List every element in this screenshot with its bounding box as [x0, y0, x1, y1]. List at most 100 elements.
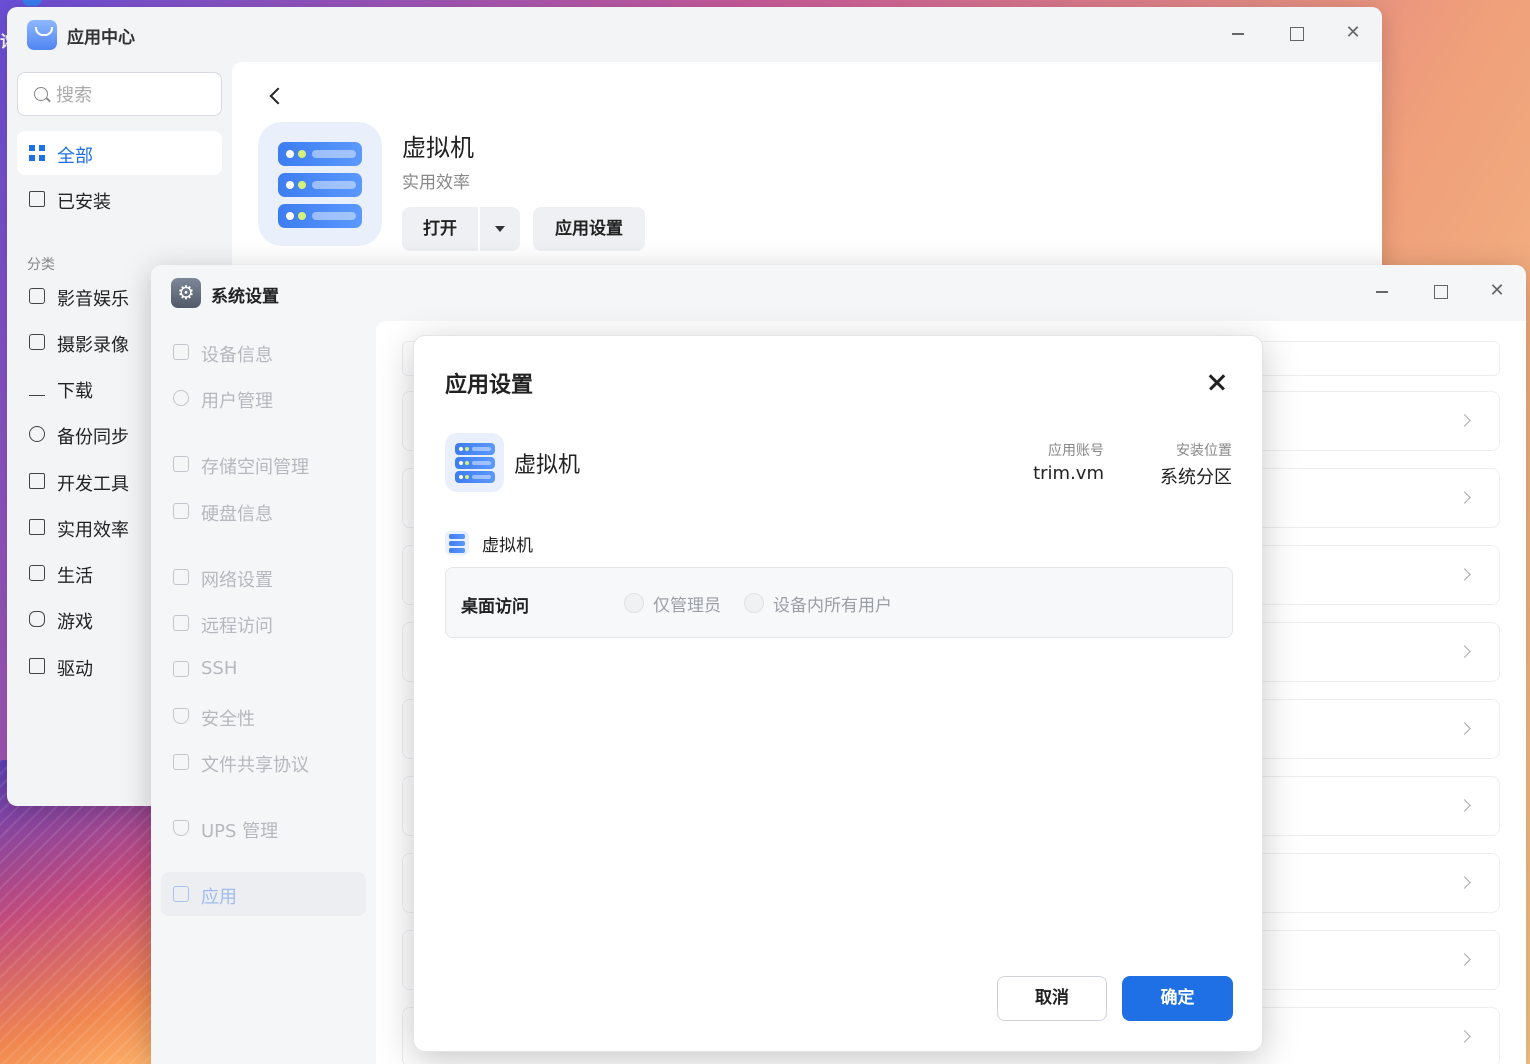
settings-nav-label: 存储空间管理 — [201, 457, 309, 478]
sync-icon — [29, 426, 45, 442]
nav-item-label: 全部 — [57, 146, 93, 167]
camera-icon — [29, 334, 45, 350]
account-label: 应用账号 — [1048, 443, 1104, 459]
maximize-icon[interactable] — [1284, 21, 1308, 45]
virtual-machine-small-icon — [445, 531, 469, 555]
network-icon — [173, 569, 189, 585]
radio-all-users[interactable] — [744, 593, 764, 613]
chevron-right-icon — [1458, 799, 1471, 812]
location-label: 安装位置 — [1176, 443, 1232, 459]
video-camera-icon — [29, 288, 45, 304]
settings-nav-label: UPS 管理 — [201, 821, 279, 842]
back-icon[interactable] — [269, 87, 287, 105]
location-value: 系统分区 — [1160, 467, 1232, 488]
close-icon[interactable] — [1204, 369, 1230, 395]
download-box-icon — [29, 191, 45, 207]
category-label: 影音娱乐 — [57, 289, 129, 310]
settings-nav-disk-info[interactable]: 硬盘信息 — [161, 489, 366, 533]
search-input[interactable] — [56, 83, 216, 107]
app-settings-button[interactable]: 应用设置 — [533, 207, 645, 251]
maximize-icon[interactable] — [1428, 279, 1452, 303]
radio-label-all-users[interactable]: 设备内所有用户 — [773, 591, 892, 616]
cup-icon — [29, 565, 45, 581]
disk-icon — [173, 503, 189, 519]
desktop-access-label: 桌面访问 — [461, 597, 529, 617]
user-icon — [173, 390, 189, 406]
gamepad-icon — [29, 611, 45, 627]
settings-nav-label: 硬盘信息 — [201, 504, 273, 525]
grid-icon — [29, 145, 45, 161]
section-app-name: 虚拟机 — [482, 536, 533, 556]
settings-nav-storage[interactable]: 存储空间管理 — [161, 442, 366, 486]
confirm-button[interactable]: 确定 — [1122, 976, 1233, 1021]
chevron-right-icon — [1458, 953, 1471, 966]
desktop-icon-fragment[interactable] — [22, 0, 42, 6]
settings-nav-file-sharing[interactable]: 文件共享协议 — [161, 740, 366, 784]
chevron-right-icon — [1458, 722, 1471, 735]
category-heading: 分类 — [27, 257, 55, 273]
chevron-right-icon — [1458, 1030, 1471, 1043]
app-settings-dialog: 应用设置 虚拟机 应用账号 trim.vm 安装位置 系统分区 虚拟机 桌面访问… — [413, 335, 1263, 1052]
terminal-icon — [173, 661, 189, 677]
app-category: 实用效率 — [402, 173, 470, 193]
virtual-machine-app-icon — [258, 122, 382, 246]
minimize-icon[interactable] — [1370, 279, 1394, 303]
apps-icon — [173, 886, 189, 902]
open-options-dropdown[interactable] — [480, 207, 520, 251]
radio-label-admin-only[interactable]: 仅管理员 — [653, 591, 721, 616]
category-label: 生活 — [57, 566, 93, 587]
dialog-app-name: 虚拟机 — [514, 453, 581, 478]
desktop-access-setting: 桌面访问 仅管理员 设备内所有用户 — [445, 567, 1233, 638]
category-label: 下载 — [57, 381, 93, 402]
category-label: 开发工具 — [57, 474, 129, 495]
device-icon — [173, 344, 189, 360]
app-center-title: 应用中心 — [67, 28, 135, 48]
category-label: 实用效率 — [57, 520, 129, 541]
app-center-titlebar[interactable]: 应用中心 ✕ — [7, 7, 1382, 62]
settings-nav-ups[interactable]: UPS 管理 — [161, 806, 366, 850]
close-icon[interactable]: ✕ — [1485, 279, 1509, 303]
chevron-right-icon — [1458, 414, 1471, 427]
toolbox-icon — [29, 519, 45, 535]
radio-admin-only[interactable] — [624, 593, 644, 613]
settings-nav-ssh[interactable]: SSH — [161, 647, 366, 691]
settings-nav-security[interactable]: 安全性 — [161, 694, 366, 738]
settings-nav-label: 用户管理 — [201, 391, 273, 412]
virtual-machine-app-icon — [445, 433, 504, 492]
settings-nav-remote-access[interactable]: 远程访问 — [161, 601, 366, 645]
settings-nav-device-info[interactable]: 设备信息 — [161, 330, 366, 374]
nav-item-label: 已安装 — [57, 192, 111, 213]
shield-check-icon — [173, 708, 189, 724]
chevron-right-icon — [1458, 568, 1471, 581]
app-name: 虚拟机 — [402, 134, 474, 162]
document-icon — [173, 754, 189, 770]
system-settings-title: 系统设置 — [211, 287, 279, 307]
system-settings-titlebar[interactable]: ⚙ 系统设置 ✕ — [151, 265, 1526, 320]
nav-item-all[interactable]: 全部 — [17, 131, 222, 175]
nav-item-installed[interactable]: 已安装 — [17, 177, 222, 221]
account-value: trim.vm — [1033, 463, 1104, 484]
minimize-icon[interactable] — [1226, 21, 1250, 45]
settings-nav-network[interactable]: 网络设置 — [161, 555, 366, 599]
category-label: 驱动 — [57, 659, 93, 680]
settings-nav-label: SSH — [201, 658, 238, 679]
settings-nav-label: 设备信息 — [201, 345, 273, 366]
cancel-button[interactable]: 取消 — [997, 976, 1107, 1021]
settings-nav-users[interactable]: 用户管理 — [161, 376, 366, 420]
category-label: 备份同步 — [57, 427, 129, 448]
shield-icon — [173, 820, 189, 836]
open-button[interactable]: 打开 — [402, 207, 478, 251]
chevron-right-icon — [1458, 876, 1471, 889]
code-icon — [29, 473, 45, 489]
settings-nav-apps[interactable]: 应用 — [161, 872, 366, 916]
close-icon[interactable]: ✕ — [1341, 21, 1365, 45]
search-box[interactable] — [17, 72, 222, 116]
settings-nav-label: 网络设置 — [201, 570, 273, 591]
chevron-right-icon — [1458, 491, 1471, 504]
storage-icon — [173, 456, 189, 472]
category-label: 摄影录像 — [57, 335, 129, 356]
app-store-logo-icon — [27, 20, 57, 50]
chevron-right-icon — [1458, 645, 1471, 658]
gear-icon: ⚙ — [171, 278, 201, 308]
caret-down-icon — [495, 226, 505, 232]
